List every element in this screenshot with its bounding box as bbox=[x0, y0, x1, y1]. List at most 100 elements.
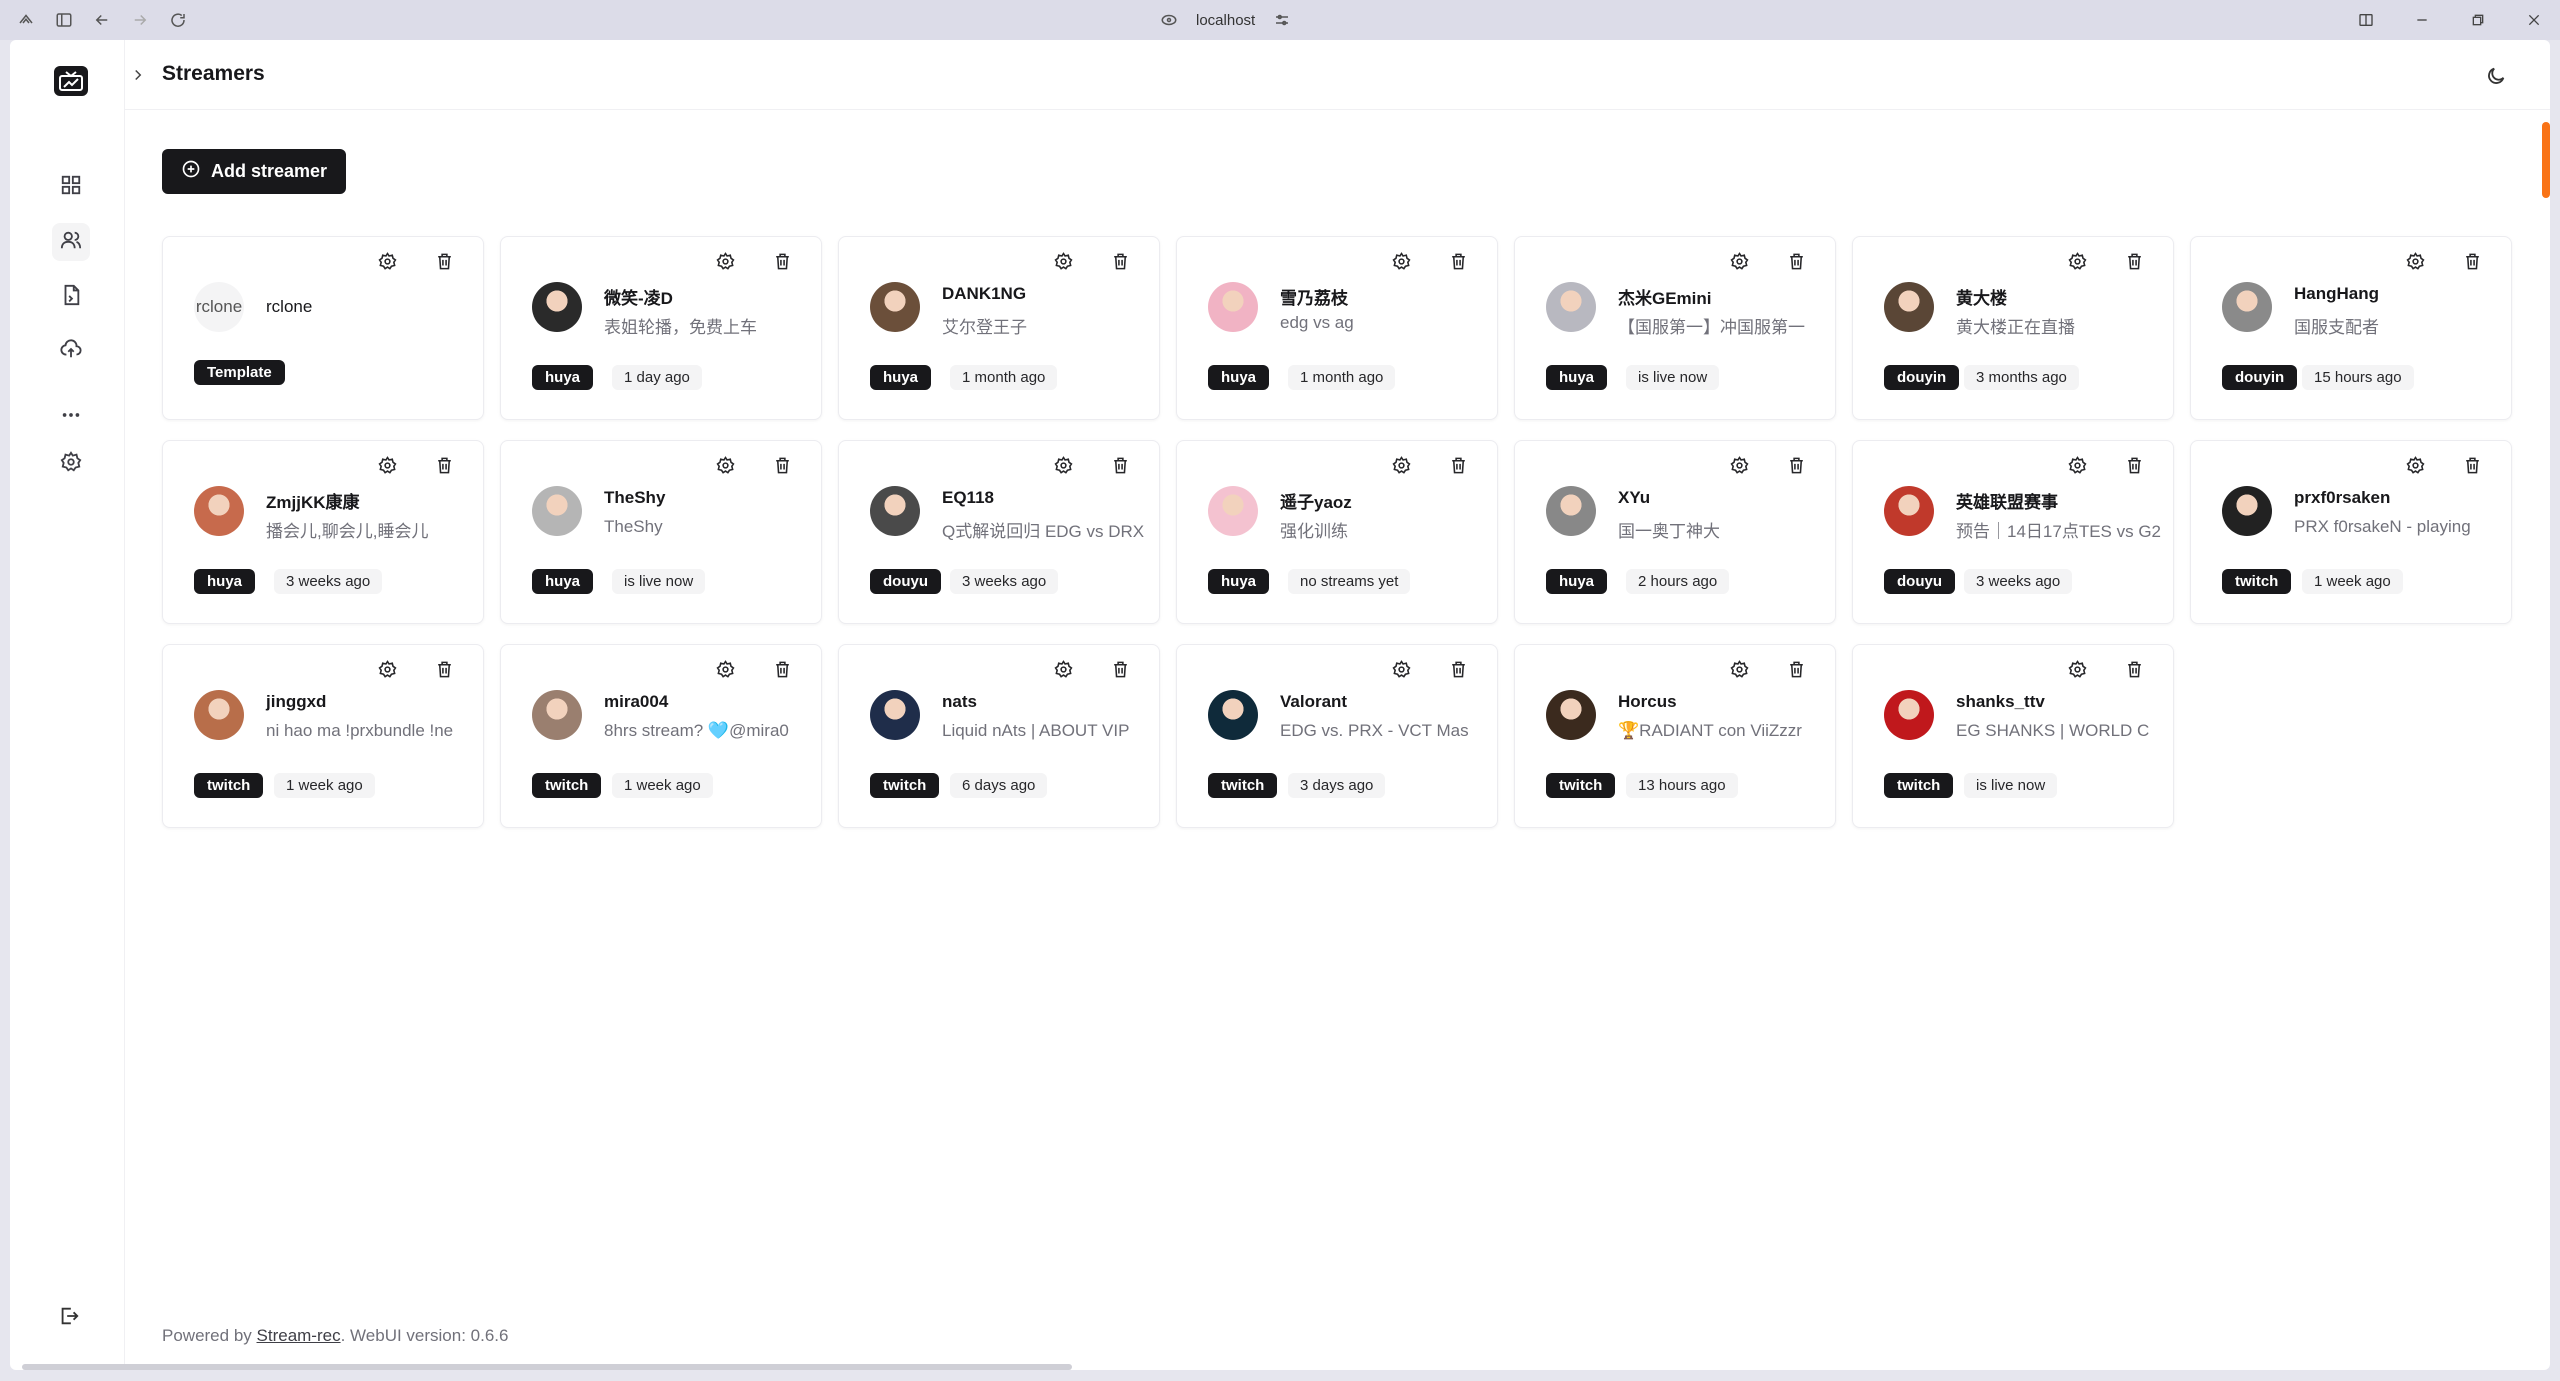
trash-icon[interactable] bbox=[1445, 248, 1471, 274]
reload-icon[interactable] bbox=[166, 8, 190, 32]
gear-icon[interactable] bbox=[2064, 452, 2090, 478]
streamer-card[interactable]: 黄大楼 黄大楼正在直播 douyin 3 months ago bbox=[1852, 236, 2174, 420]
gear-icon[interactable] bbox=[1388, 656, 1414, 682]
gear-icon[interactable] bbox=[1050, 656, 1076, 682]
trash-icon[interactable] bbox=[1445, 452, 1471, 478]
gear-icon[interactable] bbox=[712, 656, 738, 682]
streamer-card[interactable]: mira004 8hrs stream? 🩵@mira0 twitch 1 week … bbox=[500, 644, 822, 828]
trash-icon[interactable] bbox=[1107, 248, 1133, 274]
streamer-card[interactable]: 英雄联盟赛事 预告｜14日17点TES vs G2 douyu 3 weeks ago bbox=[1852, 440, 2174, 624]
platform-badge: twitch bbox=[532, 773, 602, 798]
gear-icon[interactable] bbox=[1050, 248, 1076, 274]
streamer-name: Valorant bbox=[1280, 692, 1348, 711]
gear-icon[interactable] bbox=[374, 452, 400, 478]
trash-icon[interactable] bbox=[2459, 452, 2485, 478]
nav-settings[interactable] bbox=[52, 445, 90, 483]
streamer-card[interactable]: ZmjjKK康康 播会儿,聊会儿,睡会儿 huya 3 weeks ago bbox=[162, 440, 484, 624]
gear-icon[interactable] bbox=[712, 452, 738, 478]
trash-icon[interactable] bbox=[1783, 248, 1809, 274]
gear-icon[interactable] bbox=[2402, 452, 2428, 478]
streamer-card[interactable]: DANK1NG 艾尔登王子 huya 1 month ago bbox=[838, 236, 1160, 420]
gear-icon[interactable] bbox=[2402, 248, 2428, 274]
gear-icon[interactable] bbox=[1726, 248, 1752, 274]
nav-upload[interactable] bbox=[52, 332, 90, 370]
streamer-card[interactable]: 杰米GEmini 【国服第一】冲国服第一 huya is live now bbox=[1514, 236, 1836, 420]
trash-icon[interactable] bbox=[1107, 452, 1133, 478]
streamer-name: jinggxd bbox=[266, 692, 327, 711]
trash-icon[interactable] bbox=[769, 452, 795, 478]
restore-icon[interactable] bbox=[2464, 6, 2492, 34]
gear-icon[interactable] bbox=[1726, 452, 1752, 478]
gear-icon[interactable] bbox=[712, 248, 738, 274]
trash-icon[interactable] bbox=[769, 248, 795, 274]
page-settings-icon[interactable] bbox=[1273, 11, 1291, 29]
status-badge: 1 week ago bbox=[274, 773, 375, 798]
platform-badge: douyu bbox=[1884, 569, 1955, 594]
avatar bbox=[1884, 486, 1934, 536]
status-badge: 3 weeks ago bbox=[274, 569, 383, 594]
stream-rec-link[interactable]: Stream-rec bbox=[257, 1326, 341, 1345]
gear-icon[interactable] bbox=[1388, 452, 1414, 478]
minimize-icon[interactable] bbox=[2408, 6, 2436, 34]
logout-button[interactable] bbox=[54, 1303, 84, 1333]
trash-icon[interactable] bbox=[2121, 656, 2147, 682]
trash-icon[interactable] bbox=[431, 656, 457, 682]
streamer-card[interactable]: HangHang 国服支配者 douyin 15 hours ago bbox=[2190, 236, 2512, 420]
streamer-card[interactable]: jinggxd ni hao ma !prxbundle !ne twitch 1 w… bbox=[162, 644, 484, 828]
forward-icon[interactable] bbox=[128, 8, 152, 32]
close-icon[interactable] bbox=[2520, 6, 2548, 34]
trash-icon[interactable] bbox=[431, 452, 457, 478]
trash-icon[interactable] bbox=[769, 656, 795, 682]
split-view-icon[interactable] bbox=[2352, 6, 2380, 34]
streamer-card[interactable]: XYu 国一奥丁神大 huya 2 hours ago bbox=[1514, 440, 1836, 624]
gear-icon[interactable] bbox=[374, 248, 400, 274]
streamer-card[interactable]: 微笑-凌D 表姐轮播，免费上车 huya 1 day ago bbox=[500, 236, 822, 420]
gear-icon[interactable] bbox=[374, 656, 400, 682]
horizontal-scrollbar[interactable] bbox=[22, 1364, 1072, 1370]
trash-icon[interactable] bbox=[1783, 452, 1809, 478]
streamer-card[interactable]: 遥子yaoz 强化训练 huya no streams yet bbox=[1176, 440, 1498, 624]
nav-streamers[interactable] bbox=[52, 223, 90, 261]
nav-more[interactable] bbox=[52, 398, 90, 436]
gear-icon[interactable] bbox=[1050, 452, 1076, 478]
status-badge: is live now bbox=[1964, 773, 2058, 798]
gear-icon[interactable] bbox=[1726, 656, 1752, 682]
vertical-scrollbar[interactable] bbox=[2542, 122, 2550, 198]
browser-menu-icon[interactable] bbox=[14, 8, 38, 32]
app-logo[interactable] bbox=[54, 66, 88, 96]
streamer-card[interactable]: nats Liquid nAts | ABOUT VIP twitch 6 days … bbox=[838, 644, 1160, 828]
gear-icon[interactable] bbox=[2064, 248, 2090, 274]
streamer-card[interactable]: 雪乃荔枝 edg vs ag huya 1 month ago bbox=[1176, 236, 1498, 420]
address-bar[interactable]: localhost bbox=[1160, 8, 1291, 32]
nav-files[interactable] bbox=[52, 278, 90, 316]
back-icon[interactable] bbox=[90, 8, 114, 32]
theme-toggle-icon[interactable] bbox=[2482, 62, 2510, 90]
avatar bbox=[1208, 690, 1258, 740]
streamer-name: EQ118 bbox=[942, 488, 994, 507]
trash-icon[interactable] bbox=[1783, 656, 1809, 682]
template-card[interactable]: rclone rclone Template bbox=[162, 236, 484, 420]
gear-icon[interactable] bbox=[2064, 656, 2090, 682]
streamer-card[interactable]: EQ118 Q式解说回归 EDG vs DRX douyu 3 weeks ago bbox=[838, 440, 1160, 624]
trash-icon[interactable] bbox=[2121, 248, 2147, 274]
trash-icon[interactable] bbox=[1445, 656, 1471, 682]
nav-dashboard[interactable] bbox=[52, 168, 90, 206]
sidebar-toggle-icon[interactable] bbox=[52, 8, 76, 32]
streamer-card[interactable]: shanks_ttv EG SHANKS | WORLD C twitch is li… bbox=[1852, 644, 2174, 828]
streamer-card[interactable]: Valorant EDG vs. PRX - VCT Mas twitch 3 day… bbox=[1176, 644, 1498, 828]
avatar bbox=[532, 486, 582, 536]
breadcrumb-chevron-icon[interactable] bbox=[125, 62, 151, 88]
trash-icon[interactable] bbox=[431, 248, 457, 274]
trash-icon[interactable] bbox=[1107, 656, 1133, 682]
trash-icon[interactable] bbox=[2121, 452, 2147, 478]
streamer-card[interactable]: TheShy TheShy huya is live now bbox=[500, 440, 822, 624]
streamer-description: 8hrs stream? 🩵@mira0 bbox=[604, 721, 789, 740]
window-controls bbox=[2352, 6, 2548, 34]
add-streamer-button[interactable]: Add streamer bbox=[162, 149, 346, 194]
streamer-card[interactable]: Horcus 🏆RADIANT con ViiZzzr twitch 13 hours… bbox=[1514, 644, 1836, 828]
more-icon bbox=[60, 404, 82, 431]
streamer-card[interactable]: prxf0rsaken PRX f0rsakeN - playing twitch 1… bbox=[2190, 440, 2512, 624]
trash-icon[interactable] bbox=[2459, 248, 2485, 274]
gear-icon[interactable] bbox=[1388, 248, 1414, 274]
site-info-icon[interactable] bbox=[1160, 11, 1178, 29]
